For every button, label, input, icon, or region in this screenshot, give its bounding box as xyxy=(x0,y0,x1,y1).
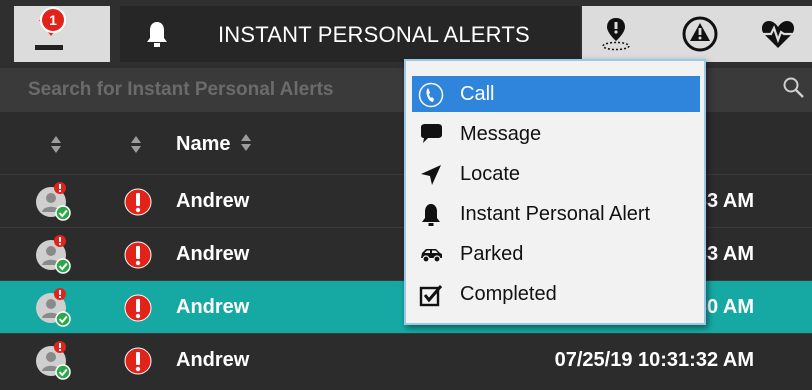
menu-item-instant-personal-alert[interactable]: Instant Personal Alert xyxy=(412,196,700,232)
alert-bar xyxy=(35,45,63,50)
user-status-icon xyxy=(36,182,71,221)
menu-item-label: Completed xyxy=(460,283,557,305)
toolbar-tools xyxy=(582,6,812,62)
menu-item-call[interactable]: Call xyxy=(412,76,700,112)
location-pin-icon[interactable] xyxy=(596,14,636,54)
alert-stop-icon xyxy=(124,241,152,269)
sort-status-icon[interactable] xyxy=(50,136,62,154)
heartbeat-icon[interactable] xyxy=(758,14,798,54)
alert-stop-icon xyxy=(124,294,152,322)
title-panel: INSTANT PERSONAL ALERTS xyxy=(120,6,580,62)
menu-item-completed[interactable]: Completed xyxy=(412,276,700,312)
menu-item-label: Call xyxy=(460,83,495,105)
menu-item-label: Parked xyxy=(460,243,524,265)
alert-stop-icon xyxy=(124,188,152,216)
warning-triangle-icon[interactable] xyxy=(680,14,720,54)
sort-name-icon[interactable] xyxy=(240,134,252,152)
row-name: Andrew xyxy=(176,349,250,371)
menu-item-parked[interactable]: Parked xyxy=(412,236,700,272)
user-status-icon xyxy=(36,288,71,327)
checkbox-icon xyxy=(419,285,443,307)
alerts-button[interactable]: 1 xyxy=(14,6,110,62)
alert-stop-icon xyxy=(124,347,152,375)
menu-item-label: Message xyxy=(460,123,542,145)
bell-icon xyxy=(422,204,440,226)
context-menu: Call Message Locate Instant Personal Alert P… xyxy=(404,59,706,325)
column-header-name[interactable]: Name xyxy=(176,132,252,156)
car-icon xyxy=(421,249,442,263)
menu-item-locate[interactable]: Locate xyxy=(412,156,700,192)
sort-priority-icon[interactable] xyxy=(130,136,142,154)
row-name: Andrew xyxy=(176,243,250,265)
top-bar: 1 INSTANT PERSONAL ALERTS xyxy=(0,0,812,68)
phone-icon xyxy=(418,82,444,108)
page-title: INSTANT PERSONAL ALERTS xyxy=(218,22,530,47)
menu-item-label: Locate xyxy=(460,163,521,185)
menu-item-label: Instant Personal Alert xyxy=(460,203,651,225)
menu-item-message[interactable]: Message xyxy=(412,116,700,152)
speech-bubble-icon xyxy=(421,124,442,143)
row-timestamp: 07/25/19 10:31:32 AM xyxy=(554,349,754,371)
user-status-icon xyxy=(36,235,71,274)
locate-arrow-icon xyxy=(421,165,441,185)
row-name: Andrew xyxy=(176,296,250,318)
column-name-label: Name xyxy=(176,133,231,155)
search-icon[interactable] xyxy=(782,76,806,100)
bell-icon xyxy=(147,22,167,47)
row-name: Andrew xyxy=(176,190,250,212)
alert-count-badge: 1 xyxy=(40,7,66,33)
user-status-icon xyxy=(36,341,71,380)
table-row[interactable]: Andrew 07/25/19 10:31:32 AM xyxy=(0,333,812,386)
